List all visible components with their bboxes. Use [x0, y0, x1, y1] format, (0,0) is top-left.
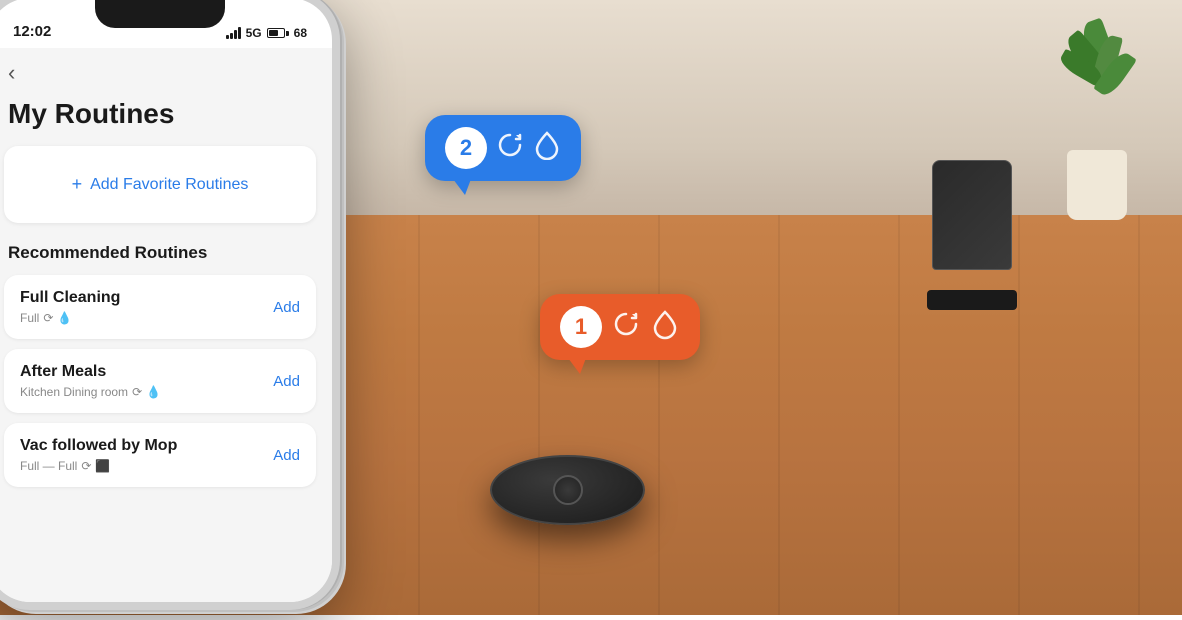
plant-pot [1067, 150, 1127, 220]
page-title: My Routines [0, 94, 332, 146]
robot-vacuum [490, 455, 650, 535]
bubble-blue-number: 2 [445, 127, 487, 169]
routine-name-vac-mop: Vac followed by Mop [20, 437, 177, 455]
routine-meta-full-cleaning: Full ⟳ 💧 [20, 311, 120, 325]
base-tray [927, 290, 1017, 310]
status-icons: 5G 68 [226, 26, 307, 40]
bubble-blue: 2 [425, 115, 581, 181]
phone-container: 12:02 5G 68 ‹ [0, 0, 365, 620]
add-favorite-label: Add Favorite Routines [90, 176, 248, 194]
routine-info-after-meals: After Meals Kitchen Dining room ⟳ 💧 [20, 363, 161, 399]
network-type-label: 5G [246, 26, 262, 40]
bubble-blue-water-icon [533, 130, 561, 167]
bubble-orange-water-icon [650, 308, 680, 347]
bubble-orange: 1 [540, 294, 700, 360]
routine-card-full-cleaning: Full Cleaning Full ⟳ 💧 Add [4, 275, 316, 339]
bubble-orange-vacuum-icon [610, 308, 642, 347]
routine-info-full-cleaning: Full Cleaning Full ⟳ 💧 [20, 289, 120, 325]
routine-meta-after-meals: Kitchen Dining room ⟳ 💧 [20, 385, 161, 399]
add-icon: + [72, 174, 83, 195]
routine-card-after-meals: After Meals Kitchen Dining room ⟳ 💧 Add [4, 349, 316, 413]
routine-name-full-cleaning: Full Cleaning [20, 289, 120, 307]
base-body [932, 160, 1012, 270]
phone-content: ‹ My Routines + Add Favorite Routines Re… [0, 48, 332, 602]
routine-info-vac-mop: Vac followed by Mop Full — Full ⟳ ⬛ [20, 437, 177, 473]
routine-card-vac-mop: Vac followed by Mop Full — Full ⟳ ⬛ Add [4, 423, 316, 487]
status-time: 12:02 [13, 23, 51, 40]
plant-leaves [1057, 20, 1137, 160]
back-button[interactable]: ‹ [8, 60, 15, 85]
battery-icon [267, 28, 289, 38]
robot-button [553, 475, 583, 505]
bubble-orange-number: 1 [560, 306, 602, 348]
floor-lines [300, 215, 1182, 615]
robot-body [490, 455, 645, 525]
phone-frame: 12:02 5G 68 ‹ [0, 0, 340, 610]
bubble-blue-vacuum-icon [495, 130, 525, 167]
nav-bar: ‹ [0, 48, 332, 94]
add-button-full-cleaning[interactable]: Add [273, 299, 300, 316]
recommended-section-title: Recommended Routines [0, 243, 332, 275]
add-button-vac-mop[interactable]: Add [273, 447, 300, 464]
add-button-after-meals[interactable]: Add [273, 373, 300, 390]
plant [1052, 20, 1142, 220]
phone-notch [95, 0, 225, 28]
routine-meta-vac-mop: Full — Full ⟳ ⬛ [20, 459, 177, 473]
add-favorite-card[interactable]: + Add Favorite Routines [4, 146, 316, 223]
base-station [932, 160, 1022, 290]
battery-percent: 68 [294, 26, 307, 40]
routine-name-after-meals: After Meals [20, 363, 161, 381]
signal-bars-icon [226, 27, 241, 39]
